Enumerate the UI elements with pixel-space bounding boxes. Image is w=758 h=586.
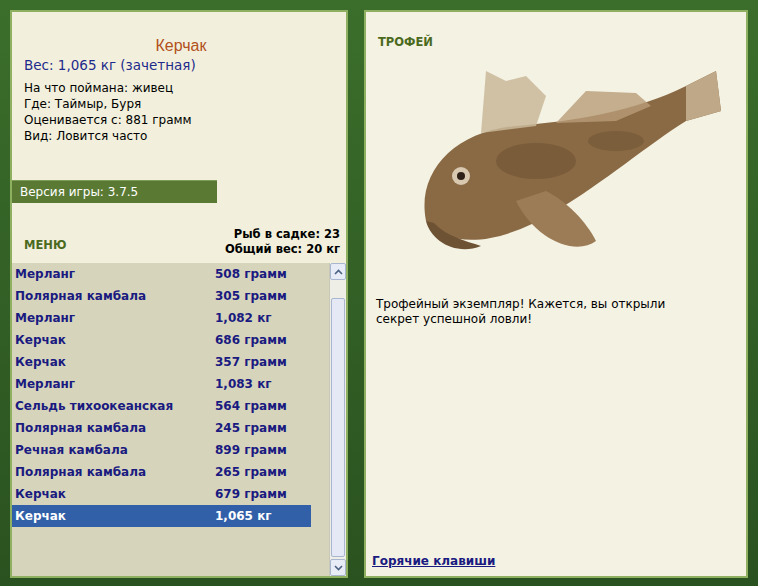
keepnet-summary: Рыб в садке: 23Общий вес: 20 кг bbox=[225, 227, 340, 257]
fish-rows: Мерланг508 граммПолярная камбала305 грам… bbox=[12, 263, 329, 576]
fish-name: Мерланг bbox=[15, 263, 215, 285]
fish-detail: Где: Таймыр, Буря bbox=[24, 96, 338, 112]
fish-title: Керчак bbox=[24, 36, 338, 56]
fish-row-weight: 1,083 кг bbox=[215, 373, 272, 395]
fish-row-weight: 305 грамм bbox=[215, 285, 287, 307]
game-window: КерчакВес: 1,065 кг (зачетная)На что пой… bbox=[0, 0, 758, 586]
fish-row-weight: 245 грамм bbox=[215, 417, 287, 439]
fish-icon bbox=[386, 51, 746, 291]
fish-list: Мерланг508 граммПолярная камбала305 грам… bbox=[12, 263, 346, 576]
version-bar: Версия игры: 3.7.5 bbox=[12, 180, 217, 203]
fish-row-weight: 686 грамм bbox=[215, 329, 287, 351]
fish-row[interactable]: Мерланг508 грамм bbox=[12, 263, 311, 285]
list-scrollbar[interactable] bbox=[329, 263, 346, 576]
fish-row[interactable]: Полярная камбала265 грамм bbox=[12, 461, 311, 483]
menu-button[interactable]: МЕНЮ bbox=[24, 227, 66, 254]
fish-row-weight: 679 грамм bbox=[215, 483, 287, 505]
fish-row-weight: 1,065 кг bbox=[215, 505, 272, 527]
scroll-up-icon[interactable] bbox=[330, 263, 346, 280]
fish-name: Сельдь тихоокеанская bbox=[15, 395, 215, 417]
fish-row-weight: 564 грамм bbox=[215, 395, 287, 417]
summary-line: Общий вес: 20 кг bbox=[225, 242, 340, 257]
summary-line: Рыб в садке: 23 bbox=[225, 227, 340, 242]
fish-name: Керчак bbox=[15, 483, 215, 505]
fish-row[interactable]: Полярная камбала305 грамм bbox=[12, 285, 311, 307]
hotkeys-link[interactable]: Горячие клавиши bbox=[366, 552, 746, 576]
catch-info: КерчакВес: 1,065 кг (зачетная) На что пой… bbox=[12, 12, 346, 144]
fish-row[interactable]: Мерланг1,082 кг bbox=[12, 307, 311, 329]
fish-name: Полярная камбала bbox=[15, 285, 215, 307]
fish-name: Полярная камбала bbox=[15, 461, 215, 483]
fish-name: Керчак bbox=[15, 351, 215, 373]
fish-row[interactable]: Сельдь тихоокеанская564 грамм bbox=[12, 395, 311, 417]
fish-row[interactable]: Керчак679 грамм bbox=[12, 483, 311, 505]
fish-detail: Вид: Ловится часто bbox=[24, 128, 338, 144]
fish-name: Речная камбала bbox=[15, 439, 215, 461]
menu-row: МЕНЮ Рыб в садке: 23Общий вес: 20 кг bbox=[12, 227, 346, 257]
scroll-track[interactable] bbox=[330, 280, 346, 559]
fish-detail: На что поймана: живец bbox=[24, 80, 338, 96]
trophy-message: Трофейный экземпляр! Кажется, вы открыли… bbox=[366, 291, 746, 327]
fish-row[interactable]: Керчак357 грамм bbox=[12, 351, 311, 373]
fish-row-weight: 899 грамм bbox=[215, 439, 287, 461]
fish-detail: Оценивается с: 881 грамм bbox=[24, 112, 338, 128]
fish-row[interactable]: Полярная камбала245 грамм bbox=[12, 417, 311, 439]
fish-row-weight: 357 грамм bbox=[215, 351, 287, 373]
fish-name: Мерланг bbox=[15, 373, 215, 395]
fish-row-weight: 1,082 кг bbox=[215, 307, 272, 329]
fish-name: Полярная камбала bbox=[15, 417, 215, 439]
trophy-heading: ТРОФЕЙ bbox=[366, 12, 746, 51]
fish-name: Мерланг bbox=[15, 307, 215, 329]
fish-row[interactable]: Керчак686 грамм bbox=[12, 329, 311, 351]
fish-row[interactable]: Керчак1,065 кг bbox=[12, 505, 311, 527]
fish-row-weight: 265 грамм bbox=[215, 461, 287, 483]
trophy-panel: ТРОФЕЙ Трофейный экземпляр! Кажется, вы о… bbox=[364, 10, 748, 578]
fish-row[interactable]: Мерланг1,083 кг bbox=[12, 373, 311, 395]
fish-row-weight: 508 грамм bbox=[215, 263, 287, 285]
fish-row[interactable]: Речная камбала899 грамм bbox=[12, 439, 311, 461]
scroll-down-icon[interactable] bbox=[330, 559, 346, 576]
fish-name: Керчак bbox=[15, 505, 215, 527]
catch-panel: КерчакВес: 1,065 кг (зачетная)На что пой… bbox=[10, 10, 348, 578]
fish-weight: Вес: 1,065 кг (зачетная) bbox=[24, 56, 338, 74]
fish-name: Керчак bbox=[15, 329, 215, 351]
scroll-thumb[interactable] bbox=[331, 298, 345, 557]
